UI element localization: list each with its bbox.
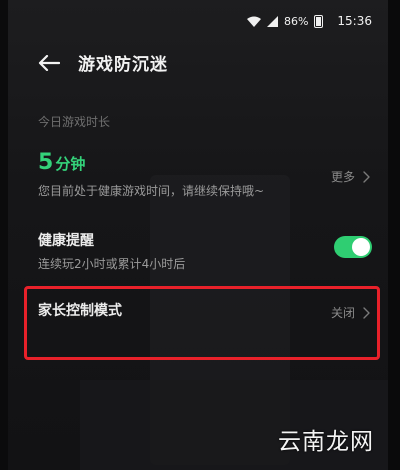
more-button[interactable]: 更多: [331, 168, 370, 185]
phone-bezel-right: [388, 0, 400, 470]
battery-percent: 86%: [283, 14, 309, 28]
parental-control-title: 家长控制模式: [38, 303, 122, 319]
more-label: 更多: [330, 170, 355, 184]
health-reminder-description: 连续玩2小时或累计4小时后: [38, 257, 186, 271]
status-time: 15:36: [337, 14, 372, 28]
chevron-right-icon: [363, 170, 370, 183]
parental-control-status[interactable]: 关闭: [331, 304, 370, 321]
health-reminder-toggle[interactable]: [334, 236, 372, 258]
screen: 86% 15:36 游戏防沉迷 今日游戏时长 5 分钟 您目前处于健康游戏时间，…: [0, 0, 400, 470]
playtime-unit: 分钟: [55, 155, 86, 173]
phone-bezel-left: [0, 0, 8, 470]
playtime-value: 5 分钟: [38, 150, 85, 175]
status-bar: 86% 15:36: [246, 14, 372, 28]
toggle-knob: [352, 238, 370, 256]
section-label-playtime: 今日游戏时长: [38, 115, 111, 129]
playtime-description: 您目前处于健康游戏时间，请继续保持哦~: [38, 184, 265, 198]
battery-icon: [314, 14, 324, 28]
parental-control-status-label: 关闭: [330, 306, 355, 320]
header: 游戏防沉迷: [38, 50, 168, 75]
wifi-icon: [246, 16, 261, 27]
playtime-number: 5: [38, 150, 54, 175]
watermark: 云南龙网: [278, 429, 374, 455]
back-arrow-icon[interactable]: [38, 54, 60, 71]
health-reminder-title: 健康提醒: [38, 233, 94, 249]
signal-icon: [266, 15, 278, 27]
chevron-right-icon: [363, 306, 370, 319]
page-title: 游戏防沉迷: [78, 55, 168, 75]
parental-control-row[interactable]: [24, 286, 380, 360]
